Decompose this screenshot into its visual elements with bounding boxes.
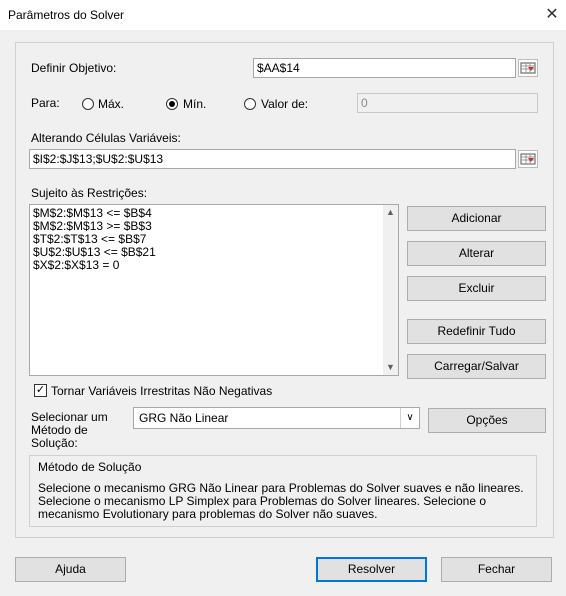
options-button[interactable]: Opções: [428, 408, 546, 433]
delete-button[interactable]: Excluir: [407, 276, 546, 301]
range-select-icon: [520, 62, 536, 74]
method-selected-value: GRG Não Linear: [139, 411, 229, 425]
para-label: Para:: [31, 96, 60, 110]
objective-input[interactable]: $AA$14: [253, 58, 516, 78]
radio-min[interactable]: [166, 98, 178, 110]
range-select-icon: [520, 153, 536, 165]
method-info-title: Método de Solução: [38, 460, 142, 474]
close-icon[interactable]: ✕: [540, 4, 564, 26]
variable-cells-ref-button[interactable]: [518, 150, 538, 168]
window-title: Parâmetros do Solver: [8, 8, 125, 22]
help-button[interactable]: Ajuda: [15, 557, 126, 582]
radio-max[interactable]: [82, 98, 94, 110]
radio-valor-de-label[interactable]: Valor de:: [261, 97, 308, 111]
change-button[interactable]: Alterar: [407, 241, 546, 266]
radio-max-label[interactable]: Máx.: [98, 97, 124, 111]
nonneg-label[interactable]: Tornar Variáveis Irrestritas Não Negativ…: [51, 384, 272, 398]
method-info-text: Selecione o mecanismo GRG Não Linear par…: [38, 481, 524, 521]
reset-all-button[interactable]: Redefinir Tudo: [407, 319, 546, 344]
nonneg-checkbox[interactable]: ✓: [34, 384, 47, 397]
radio-min-label[interactable]: Mín.: [183, 97, 206, 111]
solve-button[interactable]: Resolver: [316, 557, 427, 582]
close-button[interactable]: Fechar: [441, 557, 552, 582]
variable-cells-label: Alterando Células Variáveis:: [31, 131, 181, 145]
valor-de-input[interactable]: 0: [357, 93, 538, 113]
constraints-list[interactable]: $M$2:$M$13 <= $B$4 $M$2:$M$13 >= $B$3 $T…: [29, 204, 399, 376]
load-save-button[interactable]: Carregar/Salvar: [407, 354, 546, 379]
method-label: Selecionar um Método de Solução:: [31, 410, 108, 450]
variable-cells-input[interactable]: $I$2:$J$13;$U$2:$U$13: [29, 149, 516, 169]
constraints-scrollbar[interactable]: ▲ ▼: [383, 205, 398, 375]
scroll-up-icon[interactable]: ▲: [383, 205, 398, 220]
radio-valor-de[interactable]: [244, 98, 256, 110]
scroll-down-icon[interactable]: ▼: [383, 360, 398, 375]
method-select[interactable]: GRG Não Linear ∨: [133, 407, 420, 429]
add-button[interactable]: Adicionar: [407, 206, 546, 231]
objective-ref-button[interactable]: [518, 59, 538, 77]
chevron-down-icon[interactable]: ∨: [400, 408, 419, 428]
constraints-label: Sujeito às Restrições:: [31, 186, 148, 200]
list-item[interactable]: $X$2:$X$13 = 0: [30, 259, 156, 272]
objective-label: Definir Objetivo:: [31, 61, 117, 75]
